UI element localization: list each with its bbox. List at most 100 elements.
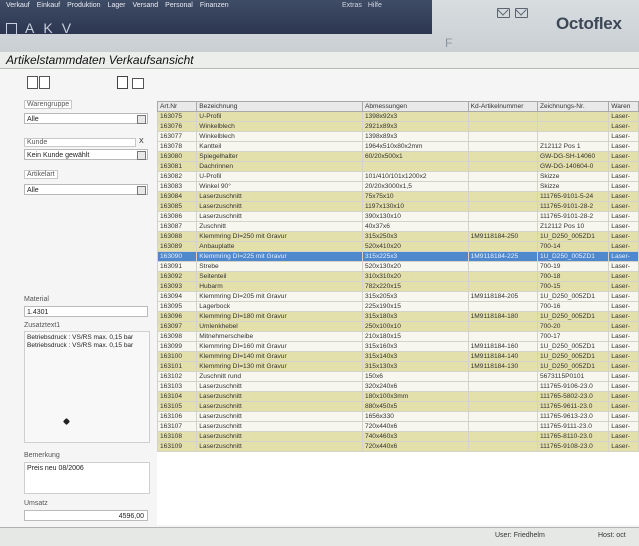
column-header[interactable]: Art.Nr [157,101,198,112]
table-row[interactable]: 163081 Dachrinnen GW-DG-140604-0 Laser- [157,161,639,172]
table-row[interactable]: 163078 Kantteil 1964x510x80x2mm Z12112 Pos … [157,141,639,152]
table-row[interactable]: 163093 Hubarm 782x220x15 700-15 Laser- [157,281,639,292]
table-cell: 163088 [157,231,198,242]
material-field[interactable]: 1.4301 [24,306,148,317]
table-cell: Laser- [608,421,639,432]
table-row[interactable]: 163077 Winkelblech 1398x89x3 Laser- [157,131,639,142]
table-cell: Laser- [608,241,639,252]
menu-verkauf[interactable]: Verkauf [6,2,30,9]
table-row[interactable]: 163088 Klemmring DI=250 mit Gravur 315x250… [157,231,639,242]
table-cell: 111765-9106-23.0 [536,381,610,392]
artikelart-select[interactable]: Alle [24,184,148,195]
dropdown-icon[interactable] [137,186,146,195]
mail-icon[interactable] [497,8,510,18]
table-row[interactable]: 163086 Laserzuschnitt 390x130x10 111765-910… [157,211,639,222]
table-cell: 60/20x500x1 [361,151,469,162]
table-row[interactable]: 163096 Klemmring DI=180 mit Gravur 315x180… [157,311,639,322]
table-row[interactable]: 163104 Laserzuschnitt 180x100x3mm 111765-58… [157,391,639,402]
menu-hilfe[interactable]: Hilfe [368,2,382,9]
module-k[interactable]: K [43,20,53,36]
menu-personal[interactable]: Personal [165,2,193,9]
menu-einkauf[interactable]: Einkauf [37,2,60,9]
table-cell [467,421,538,432]
column-header[interactable]: Abmessungen [361,101,469,112]
table-row[interactable]: 163100 Klemmring DI=140 mit Gravur 315x140… [157,351,639,362]
table-cell: Laser- [608,371,639,382]
table-row[interactable]: 163107 Laserzuschnitt 720x440x6 111765-9111… [157,421,639,432]
mail-open-icon[interactable] [515,8,528,18]
table-row[interactable]: 163075 U-Profil 1398x92x3 Laser- [157,111,639,122]
table-row[interactable]: 163105 Laserzuschnitt 880x450x5 111765-9611… [157,401,639,412]
table-cell: 700-18 [536,271,610,282]
table-row[interactable]: 163108 Laserzuschnitt 740x460x3 111765-8110… [157,431,639,442]
menu-lager[interactable]: Lager [108,2,126,9]
table-row[interactable]: 163092 Seitenteil 310x310x20 700-18 Laser- [157,271,639,282]
table-row[interactable]: 163099 Klemmring DI=160 mit Gravur 315x160… [157,341,639,352]
menu-versand[interactable]: Versand [132,2,158,9]
table-row[interactable]: 163090 Klemmring DI=225 mit Gravur 315x225… [157,251,639,262]
copy-document-icon[interactable] [39,76,50,89]
table-cell: 163087 [157,221,198,232]
column-header[interactable]: Bezeichnung [196,101,363,112]
table-row[interactable]: 163085 Laserzuschnitt 1197x130x10 111765-91… [157,201,639,212]
module-f[interactable]: F [445,36,452,50]
table-row[interactable]: 163084 Laserzuschnitt 75x75x10 111765-9101-… [157,191,639,202]
kunde-select[interactable]: Kein Kunde gewählt [24,149,148,160]
bemerkung-field[interactable]: Preis neu 08/2006 [24,462,150,494]
export-icon[interactable] [117,76,128,89]
table-row[interactable]: 163082 U-Profil 101/410/101x1200x2 Skizze La… [157,171,639,182]
column-header[interactable]: Waren [608,101,639,112]
table-row[interactable]: 163087 Zuschnitt 40x37x6 Z12112 Pos 10 Laser… [157,221,639,232]
table-cell: 75x75x10 [361,191,469,202]
table-row[interactable]: 163095 Lagerbock 225x190x15 700-16 Laser- [157,301,639,312]
new-document-icon[interactable] [27,76,38,89]
table-row[interactable]: 163097 Umlenkhebel 250x100x10 700-20 Laser- [157,321,639,332]
table-cell: Hubarm [196,281,363,292]
table-cell: Laser- [608,271,639,282]
warengruppe-value: Alle [27,116,39,123]
module-v[interactable]: V [62,20,72,36]
zusatztext-field[interactable]: Betriebsdruck : VS/RS max. 0,15 bar Betr… [24,331,150,443]
table-cell [467,141,538,152]
table-cell: Laserzuschnitt [196,381,363,392]
column-header[interactable]: Zeichnungs-Nr. [536,101,610,112]
table-row[interactable]: 163102 Zuschnitt rund 150x6 5673115P0101 Las… [157,371,639,382]
table-row[interactable]: 163106 Laserzuschnitt 1656x330 111765-9613-… [157,411,639,422]
table-cell: Lagerbock [196,301,363,312]
table-header: Art.Nr Bezeichnung Abmessungen Kd-Artikelnu… [157,101,639,112]
menu-produktion[interactable]: Produktion [67,2,100,9]
article-table: Art.Nr Bezeichnung Abmessungen Kd-Artikelnu… [157,101,639,525]
table-row[interactable]: 163101 Klemmring DI=130 mit Gravur 315x130… [157,361,639,372]
dropdown-icon[interactable] [137,151,146,160]
table-cell: 163104 [157,391,198,402]
bemerkung-label: Bemerkung [24,452,60,459]
table-row[interactable]: 163076 Winkelblech 2921x89x3 Laser- [157,121,639,132]
menu-extras[interactable]: Extras [342,2,362,9]
warengruppe-select[interactable]: Alle [24,113,148,124]
menu-finanzen[interactable]: Finanzen [200,2,229,9]
table-cell: 1U_D250_005ZD1 [536,311,610,322]
host-value: oct [616,532,626,539]
table-row[interactable]: 163098 Mitnehmerscheibe 210x180x15 700-17 La… [157,331,639,342]
table-row[interactable]: 163103 Laserzuschnitt 320x240x6 111765-9106… [157,381,639,392]
module-grid-icon[interactable] [6,23,17,36]
module-a[interactable]: A [25,20,35,36]
table-cell: 320x240x6 [361,381,469,392]
table-row[interactable]: 163091 Strebe 520x130x20 700-19 Laser- [157,261,639,272]
kunde-clear-button[interactable]: X [139,138,144,145]
table-cell: 1M9118184-140 [467,351,538,362]
user-value: Friedhelm [513,532,545,539]
table-cell: 163081 [157,161,198,172]
table-cell [467,111,538,122]
table-row[interactable]: 163089 Anbauplatte 520x410x20 700-14 Laser- [157,241,639,252]
dropdown-icon[interactable] [137,115,146,124]
table-row[interactable]: 163109 Laserzuschnitt 720x440x6 111765-9108… [157,441,639,452]
column-header[interactable]: Kd-Artikelnummer [467,101,538,112]
table-cell: Winkelblech [196,121,363,132]
table-row[interactable]: 163083 Winkel 90° 20/20x3000x1,5 Skizze Lase… [157,181,639,192]
print-icon[interactable] [132,78,144,89]
artikelart-value: Alle [27,187,39,194]
table-row[interactable]: 163080 Spiegelhalter 60/20x500x1 GW-DG-SH-1… [157,151,639,162]
table-row[interactable]: 163094 Klemmring DI=205 mit Gravur 315x205… [157,291,639,302]
table-cell: 225x190x15 [361,301,469,312]
